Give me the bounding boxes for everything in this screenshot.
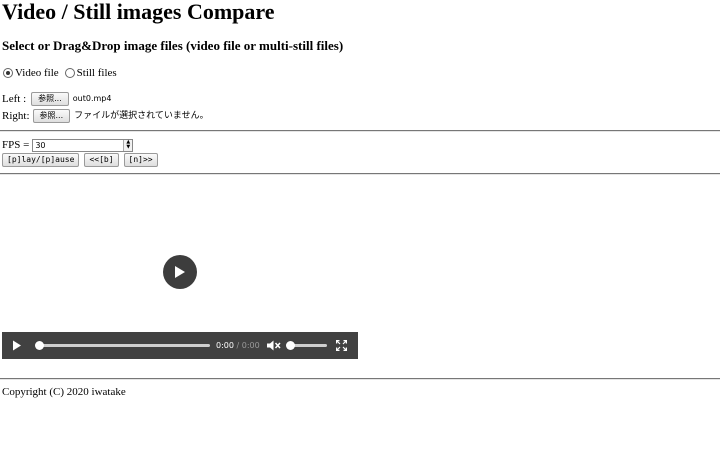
video-player[interactable]: 0:00 / 0:00 <box>2 181 358 359</box>
time-display: 0:00 / 0:00 <box>216 341 260 350</box>
fps-row: FPS = 30 ▲ ▼ <box>2 138 134 152</box>
left-file-label: Left : <box>2 93 27 105</box>
mute-icon[interactable] <box>267 340 281 351</box>
fps-value: 30 <box>35 140 46 150</box>
fps-label: FPS = <box>2 139 30 151</box>
volume-knob[interactable] <box>286 341 295 350</box>
prev-frame-button[interactable]: <<[b] <box>84 153 119 167</box>
playback-controls: [p]lay/[p]ause <<[b] [n]>> <box>2 153 162 167</box>
fullscreen-icon[interactable] <box>336 340 347 351</box>
right-file-row: Right: 参照... ファイルが選択されていません。 <box>2 109 209 123</box>
duration: 0:00 <box>241 341 260 350</box>
big-play-button[interactable] <box>163 255 197 289</box>
play-pause-button[interactable]: [p]lay/[p]ause <box>2 153 80 167</box>
divider-top <box>0 130 720 132</box>
mode-selector: Video file Still files <box>2 66 117 80</box>
next-frame-button[interactable]: [n]>> <box>123 153 158 167</box>
copyright-footer: Copyright (C) 2020 iwatake <box>2 386 126 398</box>
seek-track[interactable] <box>38 344 210 347</box>
divider-middle <box>0 173 720 175</box>
video-control-bar: 0:00 / 0:00 <box>2 332 358 359</box>
play-icon[interactable] <box>12 340 22 351</box>
divider-bottom <box>0 378 720 380</box>
radio-still-files-label[interactable]: Still files <box>77 66 117 80</box>
radio-video-file[interactable] <box>3 68 13 78</box>
big-play-icon <box>175 266 185 278</box>
page-subtitle: Select or Drag&Drop image files (video f… <box>2 38 344 53</box>
right-file-name: ファイルが選択されていません。 <box>74 111 209 121</box>
fps-spinner[interactable]: ▲ ▼ <box>123 139 133 151</box>
left-file-name: out0.mp4 <box>72 94 112 103</box>
time-separator: / <box>233 341 242 350</box>
radio-still-files[interactable] <box>64 68 75 78</box>
right-browse-button[interactable]: 参照... <box>32 109 71 123</box>
fps-input[interactable]: 30 ▲ ▼ <box>32 138 134 152</box>
left-file-row: Left : 参照... out0.mp4 <box>2 92 111 106</box>
seek-knob[interactable] <box>35 341 44 350</box>
left-browse-button[interactable]: 参照... <box>31 92 69 106</box>
current-time: 0:00 <box>216 341 234 350</box>
page-title: Video / Still images Compare <box>2 0 275 24</box>
radio-video-file-label[interactable]: Video file <box>15 66 59 80</box>
right-file-label: Right: <box>2 110 30 122</box>
